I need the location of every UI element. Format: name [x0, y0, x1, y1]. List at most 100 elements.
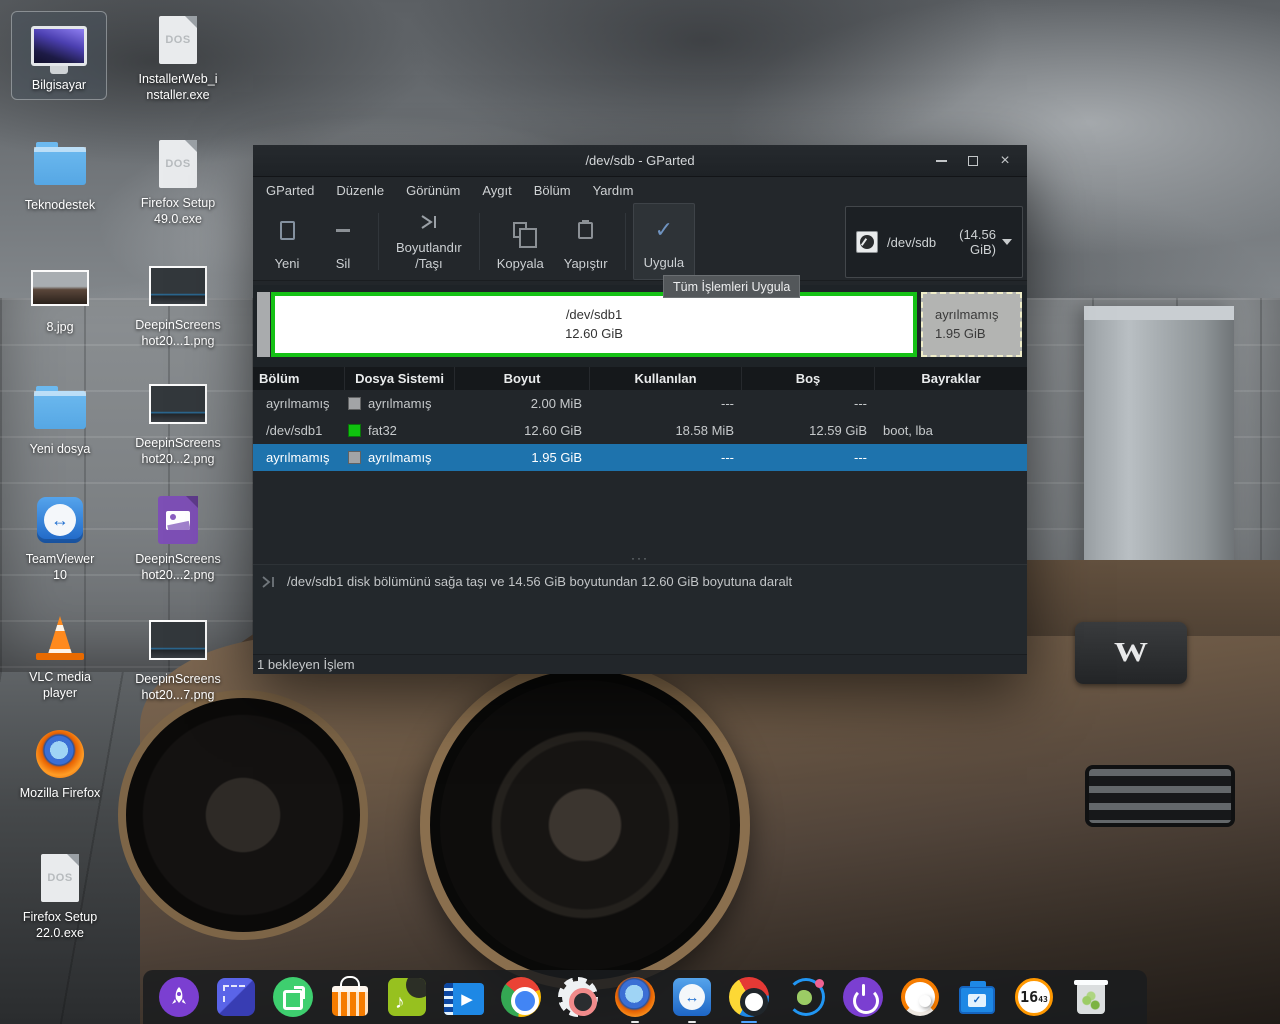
column-header-filesystem[interactable]: Dosya Sistemi	[345, 367, 455, 390]
dock-shutdown-button[interactable]	[843, 977, 883, 1017]
pending-operation-item[interactable]: /dev/sdb1 disk bölümünü sağa taşı ve 14.…	[253, 565, 1027, 598]
dock-screenshot-button[interactable]	[786, 977, 826, 1017]
delete-partition-button[interactable]: Sil	[315, 203, 371, 280]
close-icon: ×	[1000, 153, 1009, 169]
desktop-icon-teknodestek-folder[interactable]: Teknodestek	[12, 140, 108, 213]
desktop-icon-firefox-setup-22[interactable]: DOS Firefox Setup22.0.exe	[12, 852, 108, 942]
partition-table-header: Bölüm Dosya Sistemi Boyut Kullanılan Boş…	[253, 367, 1027, 390]
table-row-unallocated-2-selected[interactable]: ayrılmamış ayrılmamış 1.95 GiB --- ---	[253, 444, 1027, 471]
toolbar-separator	[378, 213, 379, 270]
new-partition-button[interactable]: Yeni	[259, 203, 315, 280]
window-title: /dev/sdb - GParted	[585, 153, 694, 168]
movie-player-icon: ▶	[444, 983, 484, 1015]
paste-icon	[578, 222, 593, 239]
maximize-button[interactable]	[957, 145, 989, 177]
dock-file-manager-button[interactable]	[216, 977, 256, 1017]
teamviewer-icon: ↔	[673, 978, 711, 1016]
menu-gorunum[interactable]: Görünüm	[395, 180, 471, 201]
partition-bar-sdb1[interactable]: /dev/sdb1 12.60 GiB	[271, 292, 917, 357]
desktop-icon-installerweb-exe[interactable]: DOS InstallerWeb_installer.exe	[130, 14, 226, 104]
new-document-icon	[280, 221, 295, 240]
toolbar-separator	[625, 213, 626, 270]
dock-volume-button[interactable]	[900, 977, 940, 1017]
desktop-icon-8-jpg[interactable]: 8.jpg	[12, 262, 108, 335]
dock-launcher-button[interactable]	[159, 977, 199, 1017]
dock-music-button[interactable]: ♪	[387, 977, 427, 1017]
running-indicator	[631, 1021, 639, 1023]
fs-color-chip	[348, 424, 361, 437]
partition-visual-bar: /dev/sdb1 12.60 GiB ayrılmamış 1.95 GiB	[253, 285, 1027, 367]
desktop-icon-screenshot-7[interactable]: DeepinScreenshot20...7.png	[130, 614, 226, 704]
screenshot-thumbnail-icon	[149, 620, 207, 660]
resize-operation-icon	[261, 576, 277, 588]
dock-clock[interactable]: 1643	[1014, 977, 1054, 1017]
dock-movie-button[interactable]: ▶	[444, 977, 484, 1017]
partition-bar-unallocated[interactable]: ayrılmamış 1.95 GiB	[921, 292, 1022, 357]
computer-icon	[31, 26, 87, 66]
dock-chrome-button[interactable]	[501, 977, 541, 1017]
copy-button[interactable]: Kopyala	[487, 203, 554, 280]
apply-tooltip: Tüm İşlemleri Uygula	[663, 275, 800, 298]
pane-resize-handle[interactable]: ···	[253, 552, 1027, 564]
copy-icon	[513, 222, 527, 238]
dock-green-app-button[interactable]	[273, 977, 313, 1017]
green-app-icon	[273, 977, 313, 1017]
wallpaper-car-rear-wheel	[420, 660, 750, 990]
window-titlebar[interactable]: /dev/sdb - GParted ×	[253, 145, 1027, 177]
table-row-sdb1[interactable]: /dev/sdb1 fat32 12.60 GiB 18.58 MiB 12.5…	[253, 417, 1027, 444]
dock: ♪ ▶ ↔ ✓ 1643	[143, 970, 1147, 1024]
column-header-used[interactable]: Kullanılan	[590, 367, 742, 390]
desktop-icon-mozilla-firefox[interactable]: Mozilla Firefox	[12, 728, 108, 801]
dock-app-store-button[interactable]	[330, 977, 370, 1017]
dock-print-manager-button[interactable]: ✓	[957, 977, 997, 1017]
toolbar: Yeni Sil Boyutlandır/Taşı Kopyala Yapışt…	[253, 203, 1027, 281]
menu-aygit[interactable]: Aygıt	[471, 180, 522, 201]
toolbar-separator	[479, 213, 480, 270]
pending-operations-count: 1 bekleyen İşlem	[257, 657, 355, 672]
clock-icon: 1643	[1015, 978, 1053, 1016]
desktop-icon-vlc[interactable]: VLC mediaplayer	[12, 612, 108, 702]
dock-firefox-button[interactable]	[615, 977, 655, 1017]
apply-operations-button[interactable]: ✓ Uygula	[633, 203, 695, 280]
operation-description: /dev/sdb1 disk bölümünü sağa taşı ve 14.…	[287, 574, 792, 589]
fs-color-chip	[348, 397, 361, 410]
dock-trash-button[interactable]	[1071, 977, 1111, 1017]
menu-bolum[interactable]: Bölüm	[523, 180, 582, 201]
column-header-flags[interactable]: Bayraklar	[875, 367, 1027, 390]
close-button[interactable]: ×	[989, 145, 1021, 177]
desktop-icon-teamviewer[interactable]: ↔ TeamViewer10	[12, 494, 108, 584]
device-selector[interactable]: /dev/sdb (14.56 GiB)	[845, 206, 1023, 278]
resize-move-button[interactable]: Boyutlandır/Taşı	[386, 203, 472, 280]
menu-yardim[interactable]: Yardım	[582, 180, 645, 201]
dos-file-icon: DOS	[159, 140, 197, 188]
menu-gparted[interactable]: GParted	[255, 180, 325, 201]
image-file-icon	[158, 496, 198, 544]
rocket-launcher-icon	[159, 977, 199, 1017]
dock-gparted-button[interactable]	[729, 977, 769, 1017]
screenshot-thumbnail-icon	[149, 384, 207, 424]
desktop-icon-screenshot-purple[interactable]: DeepinScreenshot20...2.png	[130, 494, 226, 584]
running-indicator-active	[741, 1021, 757, 1023]
desktop-icon-yeni-dosya-folder[interactable]: Yeni dosya	[12, 384, 108, 457]
desktop-icon-computer[interactable]: Bilgisayar	[11, 11, 107, 100]
column-header-free[interactable]: Boş	[742, 367, 875, 390]
desktop-icon-firefox-setup-49[interactable]: DOS Firefox Setup49.0.exe	[130, 138, 226, 228]
desktop-icon-screenshot-1[interactable]: DeepinScreenshot20...1.png	[130, 260, 226, 350]
gear-icon	[558, 977, 598, 1017]
fs-color-chip	[348, 451, 361, 464]
volume-knob-icon	[901, 978, 939, 1016]
trash-icon	[1077, 984, 1105, 1014]
table-row-unallocated-1[interactable]: ayrılmamış ayrılmamış 2.00 MiB --- ---	[253, 390, 1027, 417]
minimize-button[interactable]	[925, 145, 957, 177]
menu-duzenle[interactable]: Düzenle	[325, 180, 395, 201]
desktop-screen: W Bilgisayar DOS InstallerWeb_installer.…	[0, 0, 1280, 1024]
dock-teamviewer-button[interactable]: ↔	[672, 977, 712, 1017]
dock-control-center-button[interactable]	[558, 977, 598, 1017]
column-header-size[interactable]: Boyut	[455, 367, 590, 390]
chevron-down-icon	[1002, 239, 1012, 245]
desktop-icon-screenshot-2[interactable]: DeepinScreenshot20...2.png	[130, 378, 226, 468]
partition-bar-unallocated-sliver[interactable]	[257, 292, 270, 357]
pending-operations-pane: /dev/sdb1 disk bölümünü sağa taşı ve 14.…	[253, 564, 1027, 655]
paste-button[interactable]: Yapıştır	[554, 203, 618, 280]
column-header-partition[interactable]: Bölüm	[253, 367, 345, 390]
